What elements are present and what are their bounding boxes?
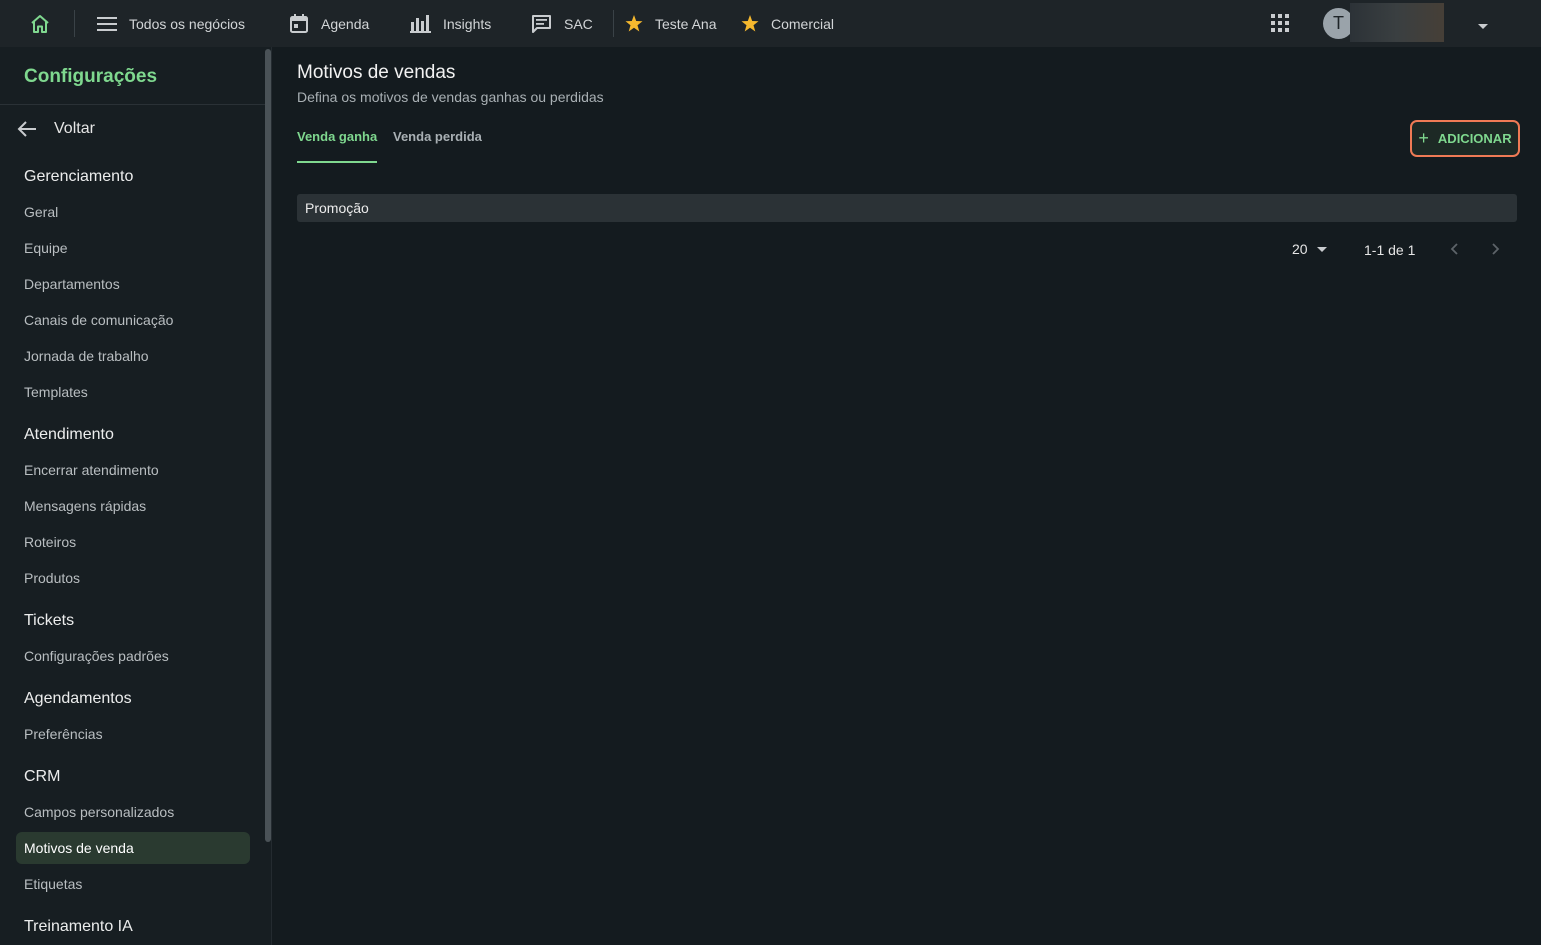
tab-venda-perdida[interactable]: Venda perdida (393, 129, 482, 163)
previous-page-button[interactable] (1449, 242, 1461, 261)
per-page-select[interactable]: 20 (1292, 241, 1328, 257)
sidebar-item-canais-de-comunicacao[interactable]: Canais de comunicação (16, 304, 250, 336)
list-item[interactable]: Promoção (297, 194, 1517, 222)
back-label: Voltar (54, 120, 95, 137)
sidebar-item-encerrar-atendimento[interactable]: Encerrar atendimento (16, 454, 250, 486)
nav-label: Todos os negócios (129, 15, 245, 32)
chevron-down-icon (1316, 247, 1327, 252)
sidebar-item-etiquetas[interactable]: Etiquetas (16, 868, 250, 900)
page-subtitle: Defina os motivos de vendas ganhas ou pe… (297, 89, 604, 105)
apps-grid-icon[interactable] (1271, 14, 1289, 37)
nav-separator (74, 10, 75, 37)
sidebar-item-roteiros[interactable]: Roteiros (16, 526, 250, 558)
section-tickets: Tickets (24, 612, 75, 629)
sidebar-item-mensagens-rapidas[interactable]: Mensagens rápidas (16, 490, 250, 522)
sidebar-item-configuracoes-padroes[interactable]: Configurações padrões (16, 640, 250, 672)
sidebar-item-motivos-de-venda[interactable]: Motivos de venda (16, 832, 250, 864)
nav-label: Comercial (771, 15, 835, 32)
back-button[interactable]: Voltar (16, 116, 95, 142)
nav-separator (613, 10, 614, 37)
section-treinamento-ia: Treinamento IA (24, 918, 133, 935)
sidebar-item-equipe[interactable]: Equipe (16, 232, 250, 264)
sidebar-item-campos-personalizados[interactable]: Campos personalizados (16, 796, 250, 828)
chevron-down-icon[interactable] (1476, 18, 1490, 36)
next-page-button[interactable] (1489, 242, 1501, 261)
pagination-range: 1-1 de 1 (1364, 242, 1416, 258)
add-button-label: ADICIONAR (1437, 131, 1512, 146)
home-icon[interactable] (27, 12, 53, 36)
nav-label: Teste Ana (655, 15, 717, 32)
sidebar-item-templates[interactable]: Templates (16, 376, 250, 408)
nav-item-insights[interactable]: Insights (410, 0, 491, 47)
section-atendimento: Atendimento (24, 426, 114, 443)
nav-label: Insights (443, 15, 492, 32)
nav-item-sac[interactable]: SAC (531, 0, 593, 47)
plus-icon: + (1418, 128, 1429, 148)
per-page-value: 20 (1292, 241, 1308, 257)
sidebar-title: Configurações (24, 66, 158, 87)
star-icon (741, 15, 759, 32)
sidebar-scrollbar[interactable] (265, 49, 271, 842)
nav-item-agenda[interactable]: Agenda (289, 0, 369, 47)
add-button[interactable]: + ADICIONAR (1410, 120, 1520, 157)
main-content: Motivos de vendas Defina os motivos de v… (273, 47, 1541, 945)
sidebar-item-jornada-de-trabalho[interactable]: Jornada de trabalho (16, 340, 250, 372)
chevron-left-icon (1450, 243, 1458, 255)
nav-item-todos-os-negocios[interactable]: Todos os negócios (97, 0, 245, 47)
calendar-icon (290, 13, 308, 33)
tab-venda-ganha[interactable]: Venda ganha (297, 129, 378, 163)
sidebar-item-geral[interactable]: Geral (16, 196, 250, 228)
page-title: Motivos de vendas (297, 62, 456, 83)
chat-icon (532, 14, 551, 33)
nav-item-teste-ana[interactable]: Teste Ana (625, 0, 717, 47)
sidebar-item-produtos[interactable]: Produtos (16, 562, 250, 594)
sidebar-item-preferencias[interactable]: Preferências (16, 718, 250, 750)
settings-sidebar: Configurações Voltar Gerenciamento Geral… (0, 47, 272, 945)
section-agendamentos: Agendamentos (24, 690, 132, 707)
menu-icon (97, 16, 117, 31)
nav-label: Agenda (321, 15, 370, 32)
nav-item-comercial[interactable]: Comercial (741, 0, 834, 47)
star-icon (625, 15, 643, 32)
nav-label: SAC (564, 15, 593, 32)
user-name-redacted (1350, 3, 1444, 42)
sidebar-item-departamentos[interactable]: Departamentos (16, 268, 250, 300)
top-navigation-bar: Todos os negócios Agenda Insights SAC Te… (0, 0, 1541, 47)
section-crm: CRM (24, 768, 61, 785)
arrow-left-icon (17, 121, 36, 137)
sidebar-divider (0, 104, 266, 105)
section-gerenciamento: Gerenciamento (24, 168, 134, 185)
chevron-right-icon (1492, 243, 1500, 255)
bar-chart-icon (410, 14, 431, 33)
